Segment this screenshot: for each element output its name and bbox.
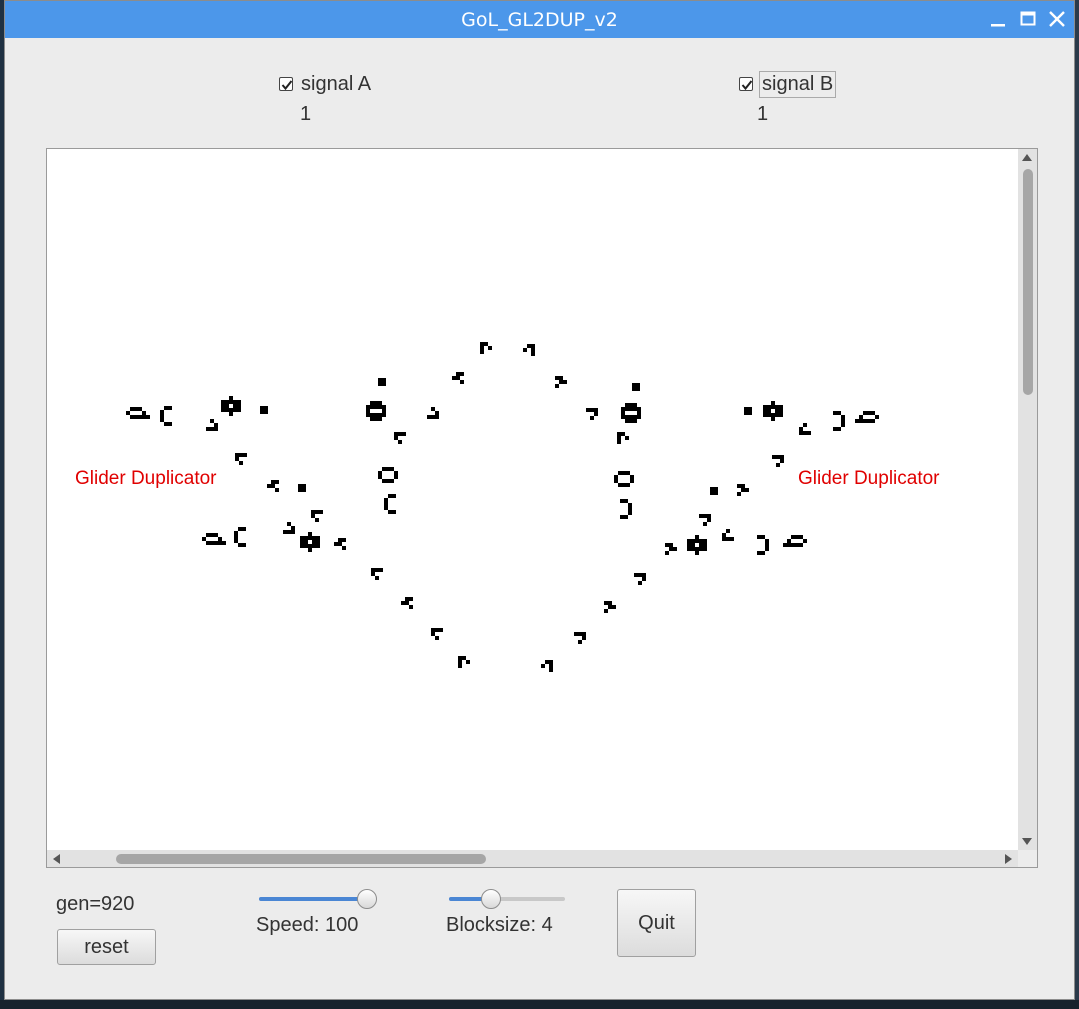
scroll-left-arrow-icon[interactable] — [53, 854, 60, 864]
cell-pattern — [757, 535, 769, 555]
cell-pattern — [783, 535, 807, 547]
game-of-life-grid[interactable] — [47, 149, 1018, 850]
speed-slider-handle[interactable] — [356, 889, 377, 909]
cell-pattern — [632, 383, 640, 391]
app-window: GoL_GL2DUP_v2 signal A 1 signal B 1 Glid… — [4, 0, 1075, 1000]
cell-pattern — [586, 408, 598, 420]
cell-pattern — [855, 411, 879, 423]
cell-pattern — [620, 499, 632, 519]
signal-a-value: 1 — [300, 103, 312, 125]
cell-pattern — [401, 597, 413, 609]
scroll-up-arrow-icon[interactable] — [1022, 154, 1032, 161]
blocksize-slider[interactable] — [449, 889, 565, 909]
cell-pattern — [541, 660, 553, 672]
cell-pattern — [772, 455, 784, 467]
cell-pattern — [371, 568, 383, 580]
horizontal-scrollbar[interactable] — [47, 850, 1018, 867]
cell-pattern — [378, 378, 386, 386]
glider-duplicator-label-left: Glider Duplicator — [75, 468, 217, 489]
cell-pattern — [267, 480, 279, 492]
signal-a-checkbox[interactable] — [279, 77, 293, 91]
cell-pattern — [311, 510, 323, 522]
cell-pattern — [523, 344, 535, 356]
maximize-icon[interactable] — [1017, 8, 1039, 30]
cell-pattern — [160, 406, 172, 426]
quit-button[interactable]: Quit — [617, 889, 696, 957]
cell-pattern — [202, 533, 226, 545]
cell-pattern — [300, 532, 320, 552]
cell-pattern — [665, 543, 677, 555]
cell-pattern — [744, 407, 752, 415]
desktop-background-bottom — [0, 1000, 1079, 1009]
cell-pattern — [634, 573, 646, 585]
cell-pattern — [378, 467, 398, 483]
cell-pattern — [427, 407, 439, 419]
vertical-scrollbar[interactable] — [1018, 149, 1037, 850]
horizontal-scroll-thumb[interactable] — [116, 854, 486, 864]
glider-duplicator-label-right: Glider Duplicator — [798, 468, 940, 489]
close-icon[interactable] — [1046, 8, 1068, 30]
cell-pattern — [298, 484, 306, 492]
cell-pattern — [260, 406, 268, 414]
signal-b-value: 1 — [757, 103, 769, 125]
cell-pattern — [614, 471, 634, 487]
signal-a-label[interactable]: signal A — [299, 73, 373, 96]
cell-pattern — [574, 632, 586, 644]
cell-pattern — [394, 432, 406, 444]
minimize-icon[interactable] — [987, 8, 1009, 30]
cell-pattern — [737, 484, 749, 496]
cell-pattern — [234, 527, 246, 547]
speed-label: Speed: 100 — [256, 914, 359, 936]
generation-counter: gen=920 — [56, 893, 135, 915]
cell-pattern — [555, 376, 567, 388]
window-title: GoL_GL2DUP_v2 — [461, 9, 618, 31]
scroll-right-arrow-icon[interactable] — [1005, 854, 1012, 864]
cell-pattern — [221, 396, 241, 416]
cell-pattern — [480, 342, 492, 354]
cell-pattern — [431, 628, 443, 640]
life-canvas-area[interactable]: Glider Duplicator Glider Duplicator — [46, 148, 1038, 868]
signal-b-label[interactable]: signal B — [759, 71, 837, 98]
speed-slider[interactable] — [259, 889, 377, 909]
title-bar[interactable]: GoL_GL2DUP_v2 — [5, 1, 1074, 38]
speed-slider-fill — [259, 897, 366, 901]
cell-pattern — [617, 432, 629, 444]
cell-pattern — [833, 411, 845, 431]
cell-pattern — [126, 407, 150, 419]
cell-pattern — [722, 529, 734, 541]
cell-pattern — [710, 487, 718, 495]
signal-b-checkbox[interactable] — [739, 77, 753, 91]
cell-pattern — [799, 423, 811, 435]
cell-pattern — [604, 601, 616, 613]
cell-pattern — [687, 535, 707, 555]
cell-pattern — [763, 401, 783, 421]
cell-pattern — [384, 494, 396, 514]
reset-button[interactable]: reset — [57, 929, 156, 965]
blocksize-slider-handle[interactable] — [480, 889, 501, 909]
cell-pattern — [206, 419, 218, 431]
scroll-down-arrow-icon[interactable] — [1022, 838, 1032, 845]
blocksize-label: Blocksize: 4 — [446, 914, 553, 936]
cell-pattern — [366, 401, 386, 421]
cell-pattern — [235, 453, 247, 465]
cell-pattern — [452, 372, 464, 384]
vertical-scroll-thumb[interactable] — [1023, 169, 1033, 395]
cell-pattern — [334, 538, 346, 550]
cell-pattern — [458, 656, 470, 668]
cell-pattern — [699, 514, 711, 526]
scrollbar-corner — [1018, 850, 1037, 867]
cell-pattern — [283, 522, 295, 534]
cell-pattern — [621, 403, 641, 423]
